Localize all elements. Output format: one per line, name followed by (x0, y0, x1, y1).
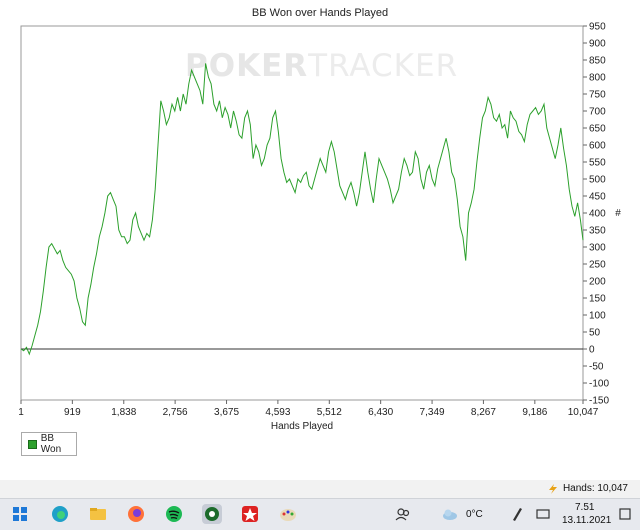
y-tick-label: 100 (589, 311, 606, 322)
edge-browser-icon[interactable] (50, 504, 70, 524)
y-tick-label: 450 (589, 192, 606, 203)
y-tick-label: -150 (589, 396, 609, 407)
lightning-icon (548, 483, 557, 494)
y-tick-label: -100 (589, 379, 609, 390)
pokertracker-watermark: POKERTRACKER (185, 48, 458, 84)
file-explorer-icon[interactable] (88, 504, 108, 524)
y-tick-label: 150 (589, 294, 606, 305)
start-button-icon[interactable] (10, 504, 30, 524)
y-tick-label: 750 (589, 90, 606, 101)
y-tick-label: 400 (589, 209, 606, 220)
y-tick-label: 650 (589, 124, 606, 135)
notifications-icon[interactable] (618, 504, 632, 524)
chart: BB Won over Hands Played POKERTRACKER 95… (0, 0, 640, 480)
windows-taskbar: 0°C 7.51 13.11.2021 (0, 498, 640, 530)
x-tick-label: 1 (18, 407, 24, 418)
watermark-text: POKERTRACKER (185, 48, 458, 84)
x-tick-label: 919 (64, 407, 81, 418)
chart-legend: BB Won (21, 432, 77, 456)
y-tick-label: 550 (589, 158, 606, 169)
x-tick-label: 7,349 (420, 407, 445, 418)
clock-time: 7.51 (575, 502, 595, 513)
network-icon[interactable] (536, 504, 552, 524)
y-tick-label: 800 (589, 73, 606, 84)
weather-cloud-icon[interactable] (440, 504, 460, 524)
y-tick-label: 850 (589, 56, 606, 67)
y-tick-label: 200 (589, 277, 606, 288)
legend-label-bb-won: BB Won (40, 433, 62, 455)
y-tick-label: -50 (589, 362, 604, 373)
y-tick-label: 700 (589, 107, 606, 118)
clock-date: 13.11.2021 (562, 515, 612, 526)
y-tick-label: 250 (589, 260, 606, 271)
pokerstars-icon[interactable] (240, 504, 260, 524)
x-tick-label: 6,430 (368, 407, 393, 418)
hands-count: Hands: 10,047 (562, 483, 628, 494)
pokertracker-app-icon[interactable] (202, 504, 222, 524)
x-tick-label: 2,756 (163, 407, 188, 418)
hands-readout: Hands: 10,047 (547, 483, 628, 494)
temperature-label: 0°C (466, 509, 483, 520)
spotify-icon[interactable] (164, 504, 184, 524)
status-bar (0, 480, 640, 498)
y-tick-label: 950 (589, 22, 606, 33)
x-tick-label: 1,838 (111, 407, 136, 418)
people-icon[interactable] (393, 504, 413, 524)
y-tick-label: 0 (589, 345, 595, 356)
x-tick-label: 8,267 (471, 407, 496, 418)
y-tick-label: 50 (589, 328, 601, 339)
x-tick-label: 5,512 (317, 407, 342, 418)
y-axis-symbol: # (615, 208, 621, 219)
y-tick-label: 300 (589, 243, 606, 254)
paint-app-icon[interactable] (278, 504, 298, 524)
chart-title: BB Won over Hands Played (252, 7, 388, 19)
y-tick-label: 350 (589, 226, 606, 237)
legend-swatch-bb-won (28, 439, 37, 449)
x-tick-label: 10,047 (568, 407, 599, 418)
x-tick-label: 9,186 (522, 407, 547, 418)
x-tick-label: 4,593 (265, 407, 290, 418)
pen-icon[interactable] (510, 504, 524, 524)
x-axis-label: Hands Played (271, 421, 333, 432)
firefox-icon[interactable] (126, 504, 146, 524)
y-tick-label: 500 (589, 175, 606, 186)
x-tick-label: 3,675 (214, 407, 239, 418)
y-tick-label: 600 (589, 141, 606, 152)
y-tick-label: 900 (589, 39, 606, 50)
